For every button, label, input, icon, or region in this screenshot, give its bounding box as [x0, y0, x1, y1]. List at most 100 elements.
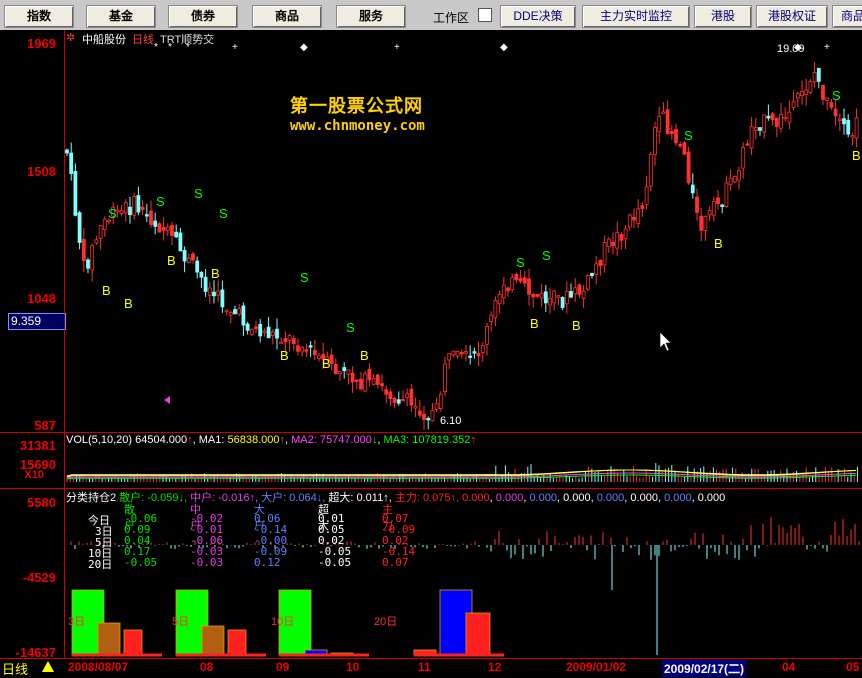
y-axis-panel: 1969 1508 1048 587 31381 15690 X10 5580 … [0, 30, 65, 660]
candle-body [388, 391, 393, 400]
candle-body [123, 202, 128, 214]
candle-body [795, 93, 800, 99]
candle-body [233, 309, 237, 315]
candle-body [833, 108, 838, 117]
candle-body [443, 363, 447, 393]
pointer-icon [164, 396, 170, 404]
candle-body [791, 101, 796, 108]
menu-dde-button[interactable]: DDE决策 [500, 5, 576, 28]
candle-body [266, 326, 271, 339]
candle-body [556, 295, 561, 298]
bottom-period-label[interactable]: 日线 [2, 659, 28, 678]
menu-commodity2-button[interactable]: 商品 [832, 5, 862, 28]
group-bar [123, 629, 143, 656]
candle-body [787, 111, 792, 123]
chart-canvas[interactable]: BBBBBBBB BBBSSSSSSS SSS* * * + ◆ + ◆ ◆ +3日 5日 10日 20日 [64, 30, 862, 658]
menu-index-button[interactable]: 指数 [4, 5, 74, 28]
date-label-0: 2008/08/07 [68, 660, 129, 674]
vol-value: 64504.000 [135, 434, 188, 446]
low-price-label: 6.10 [440, 415, 462, 427]
candle-body [753, 127, 758, 131]
menu-monitor-button[interactable]: 主力实时监控 [582, 5, 690, 28]
candle-body [569, 291, 573, 298]
candle-body [724, 182, 729, 208]
menu-commodity-button[interactable]: 商品 [252, 5, 322, 28]
top-marker-icon: ◆ [300, 42, 308, 53]
buy-signal: B [714, 236, 723, 251]
candle-body [854, 117, 859, 139]
candle-body [161, 226, 166, 231]
triangle-up-icon[interactable] [42, 661, 54, 672]
menu-fund-button[interactable]: 基金 [86, 5, 156, 28]
candle-body [535, 294, 540, 297]
date-label-4: 11 [418, 660, 431, 674]
candle-body [128, 206, 132, 216]
menu-bond-button[interactable]: 债券 [168, 5, 238, 28]
top-marker-icon: + [232, 42, 238, 53]
top-marker-icon: * [154, 42, 158, 53]
candle-body [543, 291, 548, 304]
candle-body [375, 374, 380, 385]
candle-body [577, 284, 582, 295]
date-axis-bar: 日线 2008/08/07 08 09 10 11 12 2009/01/02 … [0, 658, 862, 677]
candle-body [821, 84, 825, 100]
candle-body [359, 378, 363, 390]
ma1-value: 56838.000 [227, 434, 280, 446]
candle-body [581, 290, 586, 299]
ma2-label: MA2: [291, 434, 317, 446]
ma3-label: MA3: [383, 434, 410, 446]
candle-body [300, 346, 305, 353]
candle-body [611, 241, 615, 247]
candle-body [552, 290, 557, 304]
menu-hk-warrant-button[interactable]: 港股权证 [756, 5, 828, 28]
current-value-box: 9.359 [8, 313, 66, 330]
candle-body [737, 170, 741, 181]
candle-body [258, 323, 263, 337]
extra-value-6: 0.000 [664, 492, 692, 504]
candle-body [758, 127, 762, 131]
buy-signal: B [167, 253, 176, 268]
candle-body [837, 118, 842, 121]
candle-body [338, 371, 342, 374]
candle-body [506, 287, 510, 292]
candle-body [296, 345, 300, 352]
hold-y-label-2: -4529 [22, 570, 56, 585]
candle-body [149, 210, 153, 225]
candle-body [275, 328, 279, 339]
table-cell: 0.12 [254, 556, 281, 569]
candle-body [653, 126, 657, 155]
candle-body [619, 234, 624, 241]
candle-body [363, 373, 368, 392]
candle-body [283, 338, 288, 343]
candle-body [632, 216, 636, 221]
candle-body [199, 271, 204, 278]
menu-service-button[interactable]: 服务 [336, 5, 406, 28]
candle-body [212, 291, 216, 297]
menu-hk-button[interactable]: 港股 [694, 5, 752, 28]
candle-body [564, 291, 569, 305]
candle-body [522, 277, 527, 284]
candle-body [371, 378, 376, 385]
candle-body [170, 225, 174, 236]
group-label: 20日 [374, 616, 397, 628]
candle-body [241, 305, 246, 326]
table-cell: 0.07 [382, 556, 409, 569]
chart-marker-icon: ✲ [66, 32, 76, 44]
extra-value-2: 0.000 [529, 492, 557, 504]
candle-body [661, 111, 666, 114]
workzone-toggle[interactable] [478, 8, 492, 22]
sell-signal: S [346, 320, 355, 335]
volume-legend: VOL(5,10,20) 64504.000↑, MA1: 56838.000↑… [66, 434, 476, 446]
candle-body [73, 170, 78, 216]
candle-body [627, 214, 632, 228]
date-label-9: 05 [846, 660, 860, 674]
sell-signal: S [300, 270, 309, 285]
buy-signal: B [530, 316, 539, 331]
candle-body [140, 206, 145, 211]
candle-body [178, 232, 183, 252]
ma2-value: 75747.000 [319, 434, 372, 446]
candle-body [468, 355, 473, 358]
legend-main: 主力: 0.075↑, [394, 492, 460, 504]
candle-body [539, 292, 544, 299]
date-label-cursor: 2009/02/17(二) [662, 660, 747, 677]
